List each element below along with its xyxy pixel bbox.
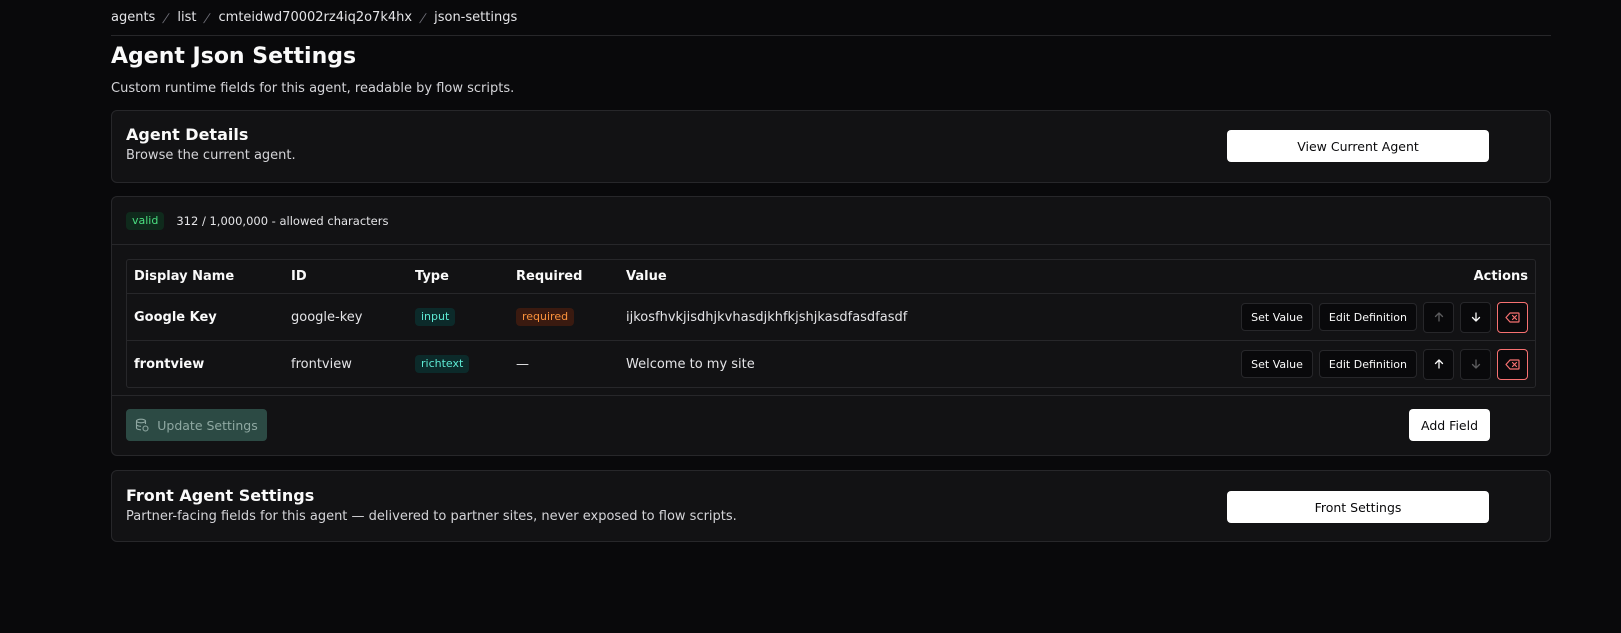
set-value-button[interactable]: Set Value xyxy=(1241,350,1313,378)
column-header-type: Type xyxy=(408,260,509,294)
column-header-value: Value xyxy=(619,260,1149,294)
validation-status-bar: valid 312 / 1,000,000 - allowed characte… xyxy=(112,197,1550,245)
view-current-agent-button[interactable]: View Current Agent xyxy=(1227,130,1489,162)
edit-definition-button[interactable]: Edit Definition xyxy=(1318,303,1417,331)
breadcrumb-separator: / xyxy=(418,10,428,25)
agent-details-title: Agent Details xyxy=(126,125,249,144)
breadcrumb-item-agents[interactable]: agents xyxy=(111,10,155,25)
move-down-button[interactable] xyxy=(1460,348,1491,380)
delete-field-button[interactable] xyxy=(1497,348,1528,380)
field-type-badge: input xyxy=(415,308,456,326)
update-settings-button[interactable]: Update Settings xyxy=(126,409,267,441)
field-value: ijkosfhvkjisdhjkvhasdjkhfkjshjkasdfasdfa… xyxy=(619,293,1149,341)
column-header-id: ID xyxy=(284,260,408,294)
breadcrumb-item-list[interactable]: list xyxy=(177,10,196,25)
edit-definition-button[interactable]: Edit Definition xyxy=(1318,350,1417,378)
delete-field-button[interactable] xyxy=(1497,301,1528,333)
database-save-icon xyxy=(136,418,149,432)
settings-footer: Update Settings Add Field xyxy=(112,395,1550,455)
agent-details-description: Browse the current agent. xyxy=(126,148,296,163)
row-actions: Set Value Edit Definition xyxy=(1241,348,1528,380)
front-settings-card: Front Agent Settings Partner-facing fiel… xyxy=(111,470,1551,542)
front-settings-description: Partner-facing fields for this agent — d… xyxy=(126,509,737,524)
arrow-up-icon xyxy=(1434,359,1443,369)
front-settings-button[interactable]: Front Settings xyxy=(1227,491,1489,523)
move-up-button[interactable] xyxy=(1423,301,1454,333)
table-header-row: Display Name ID Type Required Value Acti… xyxy=(127,260,1535,294)
table-row: frontview frontview richtext — Welcome t… xyxy=(127,341,1535,388)
column-header-actions: Actions xyxy=(1149,260,1535,294)
row-actions: Set Value Edit Definition xyxy=(1241,301,1528,333)
breadcrumb-item-agent-id[interactable]: cmteidwd70002rz4iq2o7k4hx xyxy=(219,10,413,25)
field-display-name: Google Key xyxy=(127,293,284,341)
required-badge: required xyxy=(516,308,575,326)
column-header-required: Required xyxy=(509,260,619,294)
fields-table: Display Name ID Type Required Value Acti… xyxy=(126,259,1536,388)
page-subtitle: Custom runtime fields for this agent, re… xyxy=(111,81,515,96)
arrow-down-icon xyxy=(1471,359,1480,369)
table-row: Google Key google-key input required ijk… xyxy=(127,293,1535,341)
breadcrumb-separator: / xyxy=(161,10,171,25)
breadcrumb: agents / list / cmteidwd70002rz4iq2o7k4h… xyxy=(111,0,1551,36)
move-down-button[interactable] xyxy=(1460,301,1491,333)
update-settings-label: Update Settings xyxy=(157,417,258,433)
breadcrumb-item-current: json-settings xyxy=(434,10,518,25)
field-required-empty: — xyxy=(516,356,529,372)
valid-badge: valid xyxy=(126,211,165,230)
field-id: frontview xyxy=(291,356,352,372)
move-up-button[interactable] xyxy=(1423,348,1454,380)
page-title: Agent Json Settings xyxy=(111,44,357,69)
front-settings-title: Front Agent Settings xyxy=(126,486,315,505)
delete-backspace-icon xyxy=(1505,358,1520,370)
char-count: 312 / 1,000,000 - allowed characters xyxy=(176,213,389,228)
arrow-up-icon xyxy=(1434,312,1443,322)
add-field-button[interactable]: Add Field xyxy=(1409,409,1490,441)
column-header-display-name: Display Name xyxy=(127,260,284,294)
set-value-button[interactable]: Set Value xyxy=(1241,303,1313,331)
field-display-name: frontview xyxy=(134,356,205,372)
field-value: Welcome to my site xyxy=(626,356,755,372)
json-settings-card: valid 312 / 1,000,000 - allowed characte… xyxy=(111,196,1551,456)
breadcrumb-separator: / xyxy=(202,10,213,25)
page: agents / list / cmteidwd70002rz4iq2o7k4h… xyxy=(111,0,1551,542)
field-type-badge: richtext xyxy=(415,355,470,373)
field-id: google-key xyxy=(284,293,408,341)
agent-details-card: Agent Details Browse the current agent. … xyxy=(111,110,1551,183)
delete-backspace-icon xyxy=(1505,311,1520,323)
arrow-down-icon xyxy=(1471,312,1480,322)
